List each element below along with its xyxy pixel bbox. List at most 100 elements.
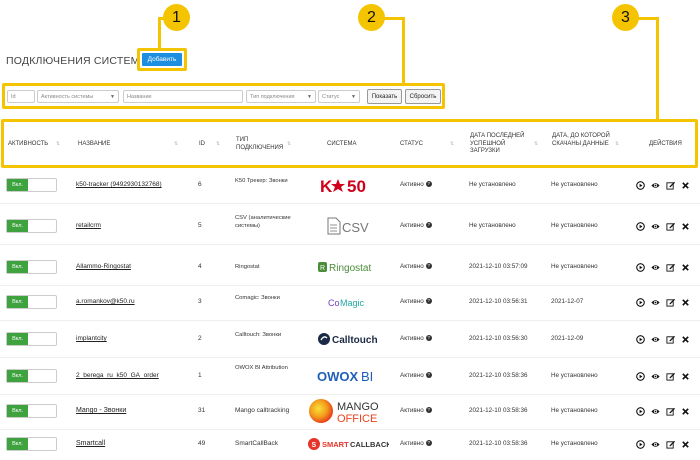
connection-type: SmartCallBack <box>235 440 278 447</box>
downloaded-until-date: Не установлено <box>551 263 598 270</box>
activity-filter-select[interactable]: Активность системы ▼ <box>37 90 119 103</box>
status-filter-select[interactable]: Статус ▼ <box>318 90 360 103</box>
system-logo: K 50 <box>306 171 390 199</box>
activity-toggle[interactable]: Вкл. <box>6 369 57 383</box>
edit-icon[interactable] <box>666 263 675 272</box>
sort-icon[interactable]: ⇅ <box>216 141 220 147</box>
toggle-on-label: Вкл. <box>7 405 28 417</box>
name-filter-input[interactable]: Название <box>123 90 243 103</box>
question-circle-icon[interactable]: ? <box>425 181 432 188</box>
svg-text:K: K <box>320 177 333 195</box>
downloaded-until-date: 2021-12-07 <box>551 298 584 305</box>
column-name[interactable]: НАЗВАНИЕ <box>78 141 110 149</box>
column-id[interactable]: ID <box>199 141 205 149</box>
svg-text:Co: Co <box>328 298 340 308</box>
question-circle-icon[interactable]: ? <box>425 222 432 229</box>
play-circle-icon[interactable] <box>636 263 645 272</box>
edit-icon[interactable] <box>666 222 675 231</box>
close-icon[interactable] <box>681 222 690 231</box>
question-circle-icon[interactable]: ? <box>425 372 432 379</box>
activity-toggle[interactable]: Вкл. <box>6 332 57 346</box>
question-circle-icon[interactable]: ? <box>425 440 432 447</box>
sort-icon[interactable]: ⇅ <box>56 141 60 147</box>
downloaded-until-date: Не установлено <box>551 407 598 414</box>
edit-icon[interactable] <box>666 181 675 190</box>
eye-icon[interactable] <box>651 440 660 449</box>
play-circle-icon[interactable] <box>636 372 645 381</box>
connection-name-link[interactable]: Mango - Звонки <box>76 407 126 414</box>
downloaded-until-date: Не установлено <box>551 181 598 188</box>
close-icon[interactable] <box>681 407 690 416</box>
play-circle-icon[interactable] <box>636 181 645 190</box>
sort-icon[interactable]: ⇅ <box>450 141 454 147</box>
close-icon[interactable] <box>681 335 690 344</box>
edit-icon[interactable] <box>666 407 675 416</box>
activity-toggle[interactable]: Вкл. <box>6 260 57 274</box>
connection-name-link[interactable]: Allammo-Ringostat <box>76 263 131 270</box>
add-button[interactable]: Добавить <box>142 53 182 66</box>
type-filter-select[interactable]: Тип подключения ▼ <box>246 90 316 103</box>
id-filter-input[interactable]: Id <box>7 90 35 103</box>
activity-toggle[interactable]: Вкл. <box>6 295 57 309</box>
edit-icon[interactable] <box>666 298 675 307</box>
connection-type: OWOX BI Attribution <box>235 365 288 371</box>
eye-icon[interactable] <box>651 222 660 231</box>
sort-icon[interactable]: ⇅ <box>615 141 619 147</box>
connection-name-link[interactable]: a.romankov@k50.ru <box>76 298 135 305</box>
sort-icon[interactable]: ⇅ <box>534 141 538 147</box>
system-logo: Calltouch <box>306 325 390 353</box>
column-downloaded-until[interactable]: ДАТА, ДО КОТОРОЙ СКАЧАНЫ ДАННЫЕ <box>552 133 614 148</box>
play-circle-icon[interactable] <box>636 335 645 344</box>
close-icon[interactable] <box>681 181 690 190</box>
connection-name-link[interactable]: implantcity <box>76 335 107 342</box>
connection-name-link[interactable]: Smartcall <box>76 440 105 447</box>
svg-text:OFFICE: OFFICE <box>337 413 377 425</box>
eye-icon[interactable] <box>651 372 660 381</box>
chevron-down-icon: ▼ <box>307 94 312 100</box>
question-circle-icon[interactable]: ? <box>425 298 432 305</box>
close-icon[interactable] <box>681 440 690 449</box>
show-button[interactable]: Показать <box>367 89 402 104</box>
play-circle-icon[interactable] <box>636 298 645 307</box>
eye-icon[interactable] <box>651 407 660 416</box>
play-circle-icon[interactable] <box>636 222 645 231</box>
question-circle-icon[interactable]: ? <box>425 335 432 342</box>
column-activity[interactable]: АКТИВНОСТЬ <box>8 141 48 149</box>
reset-button[interactable]: Сбросить <box>405 89 441 104</box>
eye-icon[interactable] <box>651 335 660 344</box>
play-circle-icon[interactable] <box>636 407 645 416</box>
question-circle-icon[interactable]: ? <box>425 407 432 414</box>
column-system[interactable]: СИСТЕМА <box>327 141 356 149</box>
column-last-load[interactable]: ДАТА ПОСЛЕДНЕЙ УСПЕШНОЙ ЗАГРУЗКИ <box>470 133 532 156</box>
sort-icon[interactable]: ⇅ <box>174 141 178 147</box>
edit-icon[interactable] <box>666 440 675 449</box>
activity-toggle[interactable]: Вкл. <box>6 178 57 192</box>
row-actions <box>636 181 692 191</box>
activity-toggle[interactable]: Вкл. <box>6 219 57 233</box>
edit-icon[interactable] <box>666 335 675 344</box>
column-type[interactable]: ТИП ПОДКЛЮЧЕНИЯ <box>236 137 291 152</box>
downloaded-until-date: 2021-12-09 <box>551 335 584 342</box>
connection-type: CSV (аналитические системы) <box>235 215 291 229</box>
edit-icon[interactable] <box>666 372 675 381</box>
sort-icon[interactable]: ⇅ <box>287 141 291 147</box>
activity-toggle[interactable]: Вкл. <box>6 437 57 451</box>
eye-icon[interactable] <box>651 181 660 190</box>
connection-name-link[interactable]: 2_beregа_ru_k50_GA_order <box>76 372 159 379</box>
close-icon[interactable] <box>681 298 690 307</box>
play-circle-icon[interactable] <box>636 440 645 449</box>
eye-icon[interactable] <box>651 298 660 307</box>
table-row: Вкл. retailcrm 5 CSV (аналитические системы… <box>0 208 700 245</box>
callout-badge-1: 1 <box>163 4 190 31</box>
question-circle-icon[interactable]: ? <box>425 263 432 270</box>
close-icon[interactable] <box>681 263 690 272</box>
column-status[interactable]: СТАТУС <box>400 141 423 149</box>
close-icon[interactable] <box>681 372 690 381</box>
connection-name-link[interactable]: retailcrm <box>76 222 101 229</box>
connection-name-link[interactable]: k50-tracker (9492930132768) <box>76 181 162 188</box>
callout-leader <box>158 17 161 49</box>
activity-toggle[interactable]: Вкл. <box>6 404 57 418</box>
comagic-logo: Co Magic <box>328 298 365 308</box>
last-load-date: 2021-12-10 03:58:36 <box>469 440 528 447</box>
eye-icon[interactable] <box>651 263 660 272</box>
